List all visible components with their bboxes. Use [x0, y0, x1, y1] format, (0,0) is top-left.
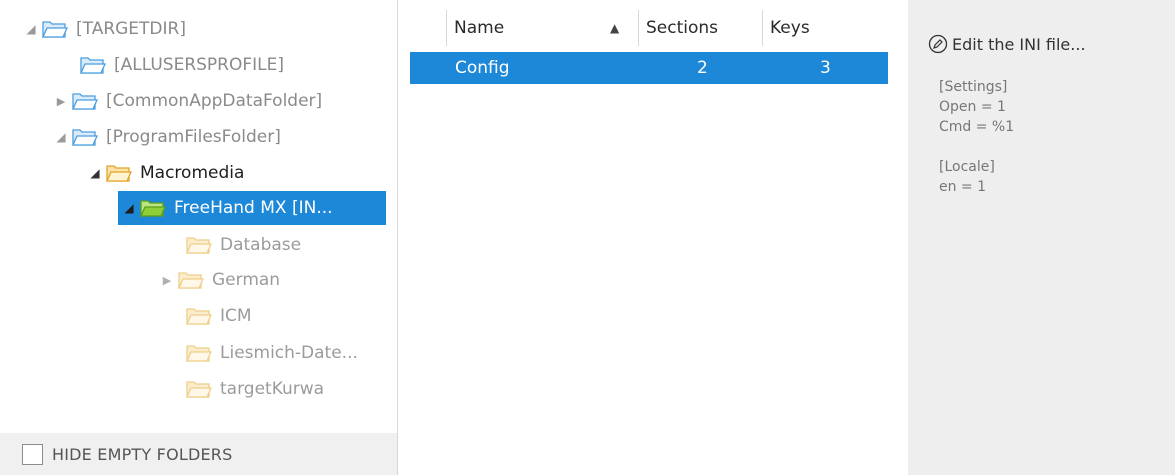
tree-item-targetdir[interactable]: ◢ [TARGETDIR]	[20, 12, 192, 46]
hide-empty-folders-label[interactable]: HIDE EMPTY FOLDERS	[52, 445, 232, 464]
expand-arrow-icon[interactable]: ▶	[50, 84, 72, 118]
collapse-arrow-icon[interactable]: ◢	[20, 12, 42, 46]
folder-open-icon	[178, 272, 204, 289]
tree-item-label: [ProgramFilesFolder]	[106, 127, 281, 147]
tree-item-programfilesfolder[interactable]: ◢ [ProgramFilesFolder]	[50, 120, 287, 154]
ini-preview-panel: Edit the INI file... [Settings] Open = 1…	[908, 0, 1175, 475]
tree-item-label: FreeHand MX [IN...	[174, 198, 333, 218]
cell-sections: 2	[697, 58, 708, 78]
folder-open-icon	[186, 237, 212, 254]
edit-ini-file-link[interactable]: Edit the INI file...	[928, 34, 1086, 54]
folder-open-icon	[140, 200, 166, 217]
column-header-name[interactable]: Name	[446, 10, 636, 46]
folder-tree-panel: ◢ [TARGETDIR] [ALLUSERSPROFILE] ▶ [Commo…	[0, 0, 398, 475]
hide-empty-folders-checkbox[interactable]	[22, 443, 43, 465]
cell-keys: 3	[820, 58, 831, 78]
tree-item-label: Database	[220, 235, 302, 255]
folder-open-icon	[186, 381, 212, 398]
folder-open-icon	[106, 165, 132, 182]
hide-empty-folders-bar: HIDE EMPTY FOLDERS	[0, 433, 397, 475]
tree-item-macromedia[interactable]: ◢ Macromedia	[84, 156, 250, 190]
collapse-arrow-icon[interactable]: ◢	[50, 120, 72, 154]
tree-item-label: [TARGETDIR]	[76, 19, 186, 39]
folder-open-icon	[186, 345, 212, 362]
tree-item-label: Liesmich-Date...	[220, 343, 358, 363]
edit-pencil-icon	[928, 34, 948, 54]
collapse-arrow-icon[interactable]: ◢	[84, 156, 106, 190]
collapse-arrow-icon[interactable]: ◢	[118, 191, 140, 225]
ini-file-content: [Settings] Open = 1 Cmd = %1 [Locale] en…	[939, 79, 1015, 195]
edit-ini-file-label: Edit the INI file...	[952, 34, 1086, 54]
table-row[interactable]: Config 2 3	[410, 52, 888, 84]
sort-ascending-icon: ▲	[610, 21, 620, 35]
tree-item-label: Macromedia	[140, 163, 245, 183]
cell-name: Config	[455, 58, 510, 78]
folder-open-icon	[72, 129, 98, 146]
column-header-keys[interactable]: Keys	[762, 10, 882, 46]
folder-open-icon	[80, 57, 106, 74]
tree-item-freehand-mx[interactable]: ◢ FreeHand MX [IN...	[118, 191, 386, 225]
tree-item-liesmich[interactable]: Liesmich-Date...	[164, 336, 364, 370]
tree-item-label: [ALLUSERSPROFILE]	[114, 55, 285, 75]
tree-item-label: [CommonAppDataFolder]	[106, 91, 323, 111]
folder-open-icon	[42, 21, 68, 38]
tree-item-icm[interactable]: ICM	[164, 299, 258, 333]
tree-item-allusersprofile[interactable]: [ALLUSERSPROFILE]	[58, 48, 290, 82]
tree-item-german[interactable]: ▶ German	[156, 263, 286, 297]
ini-files-table: Name ▲ Sections Keys Config 2 3	[398, 0, 908, 475]
expand-arrow-icon[interactable]: ▶	[156, 263, 178, 297]
tree-item-label: German	[212, 270, 281, 290]
tree-item-label: targetKurwa	[220, 379, 325, 399]
folder-open-icon	[72, 93, 98, 110]
folder-open-icon	[186, 308, 212, 325]
table-header: Name ▲ Sections Keys	[398, 0, 908, 50]
tree-item-targetkurwa[interactable]: targetKurwa	[164, 372, 330, 406]
column-header-sections[interactable]: Sections	[638, 10, 760, 46]
tree-item-commonappdatafolder[interactable]: ▶ [CommonAppDataFolder]	[50, 84, 328, 118]
tree-item-database[interactable]: Database	[164, 228, 307, 262]
tree-item-label: ICM	[220, 306, 252, 326]
